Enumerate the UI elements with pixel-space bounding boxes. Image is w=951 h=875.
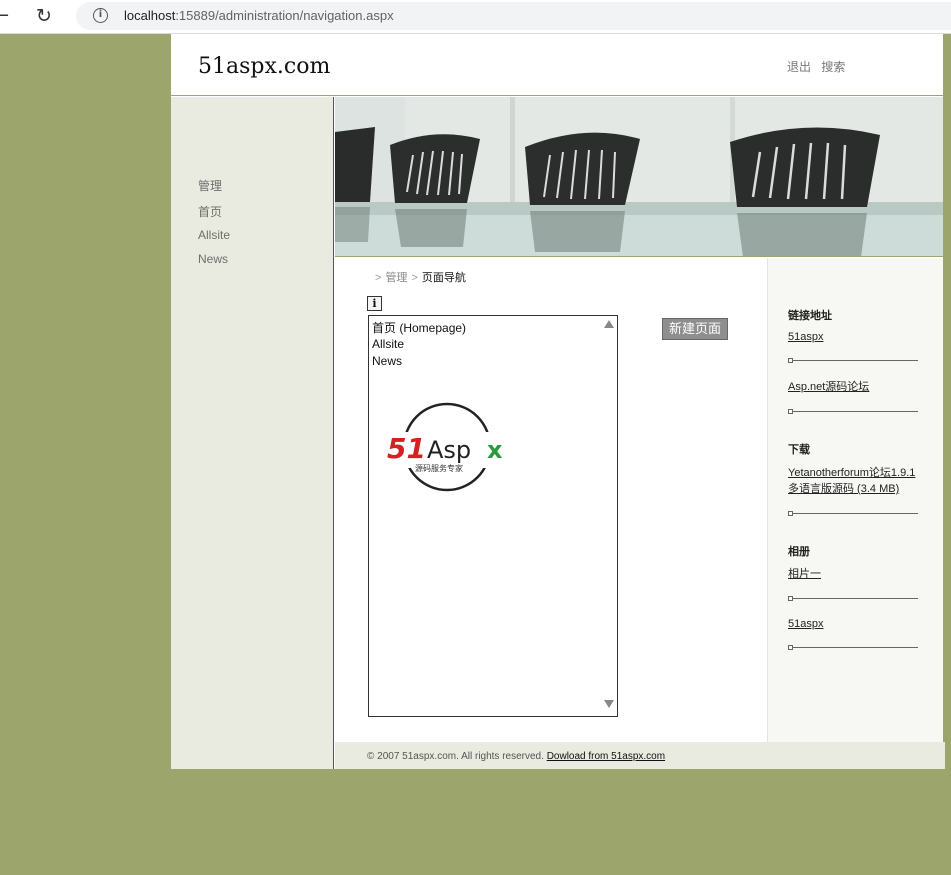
sidebar-item-home[interactable]: 首页 [198,203,222,220]
footer-text: © 2007 51aspx.com. All rights reserved. … [367,751,665,762]
navigation-listbox[interactable]: 首页 (Homepage) Allsite News 51 Asp x 源码服务… [368,315,618,717]
copyright-text: © 2007 51aspx.com. All rights reserved. [367,751,544,762]
link-aspnet-forum[interactable]: Asp.net源码论坛 [788,379,869,395]
reload-icon[interactable]: ↻ [36,5,58,27]
download-link[interactable]: Yetanotherforum论坛1.9.1 多语言版源码 (3.4 MB) [788,465,915,497]
list-item[interactable]: News [372,354,402,368]
site-header: 51aspx.com 退出 搜索 [171,34,943,96]
url-text[interactable]: localhost:15889/administration/navigatio… [124,8,394,23]
top-links: 退出 搜索 [787,58,852,75]
download-footer-link[interactable]: Dowload from 51aspx.com [547,751,665,762]
separator [788,358,918,363]
link-photo-one[interactable]: 相片一 [788,566,821,582]
sidebar-item-allsite[interactable]: Allsite [198,228,230,242]
links-heading: 链接地址 [788,310,832,322]
main-content: > 管理 > 页面导航 i 首页 (Homepage) Allsite News 51… [335,258,767,742]
list-item[interactable]: Allsite [372,337,404,351]
site-footer: © 2007 51aspx.com. All rights reserved. … [335,742,945,769]
conference-chairs-illustration [335,97,943,256]
sidebar-item-admin[interactable]: 管理 [198,177,222,194]
url-host: localhost [124,8,176,23]
page-container: 51aspx.com 退出 搜索 管理 首页 Allsite News > 管理… [171,34,945,769]
album-heading: 相册 [788,546,810,558]
sidebar: 管理 首页 Allsite News [171,97,334,769]
info-button[interactable]: i [367,296,382,311]
separator [788,645,918,650]
scroll-up-arrow-icon[interactable] [604,320,614,328]
separator [788,511,918,516]
link-51aspx-album[interactable]: 51aspx [788,616,823,632]
link-51aspx[interactable]: 51aspx [788,329,823,345]
svg-text:x: x [487,436,503,464]
svg-text:源码服务专家: 源码服务专家 [415,463,463,473]
51aspx-logo: 51 Asp x 源码服务专家 [385,402,515,492]
breadcrumb-separator: > [375,272,382,284]
browser-toolbar: ← ↻ i localhost:15889/administration/nav… [0,0,951,34]
svg-text:Asp: Asp [427,436,471,464]
banner-image [335,97,943,257]
sidebar-item-news[interactable]: News [198,252,228,266]
new-page-button[interactable]: 新建页面 [662,318,728,340]
logout-link[interactable]: 退出 [787,60,811,74]
breadcrumb: > 管理 > 页面导航 [371,269,466,285]
download-heading: 下载 [788,444,810,456]
scroll-down-arrow-icon[interactable] [604,700,614,708]
url-path: :15889/administration/navigation.aspx [175,8,394,23]
download-link-line1: Yetanotherforum论坛1.9.1 [788,467,916,479]
list-item[interactable]: 首页 (Homepage) [372,319,466,336]
download-link-line2: 多语言版源码 (3.4 MB) [788,483,900,495]
breadcrumb-separator: > [411,272,418,284]
breadcrumb-current: 页面导航 [421,272,466,284]
site-logo[interactable]: 51aspx.com [198,54,330,79]
site-info-icon[interactable]: i [93,8,108,23]
breadcrumb-admin[interactable]: 管理 [385,272,407,284]
separator [788,409,918,414]
search-link[interactable]: 搜索 [821,60,845,74]
right-column: 链接地址 51aspx Asp.net源码论坛 下载 Yetanotherfor… [767,258,943,742]
back-arrow-icon[interactable]: ← [0,6,14,26]
separator [788,596,918,601]
svg-text:51: 51 [387,432,426,465]
